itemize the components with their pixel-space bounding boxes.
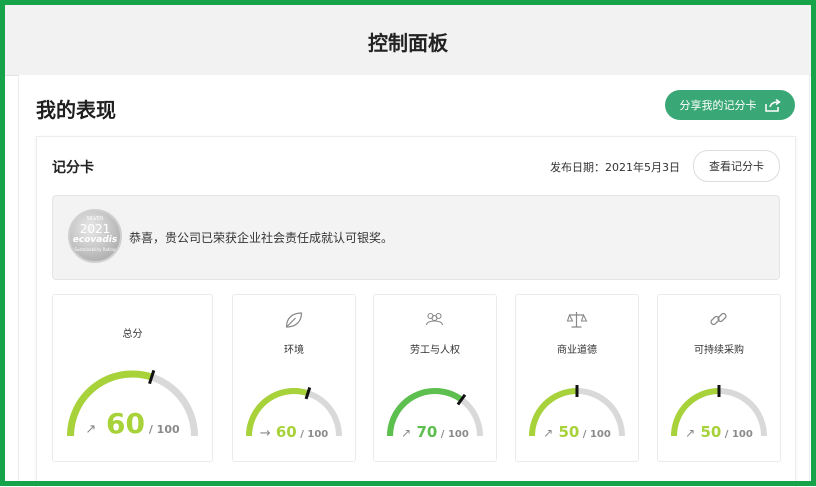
score-card-people[interactable]: 劳工与人权 ↗ 70 / 100	[373, 294, 497, 462]
share-button-label: 分享我的记分卡	[679, 99, 757, 112]
gauge-marker	[304, 387, 312, 400]
score-card-chain[interactable]: 可持续采购 ↗ 50 / 100	[657, 294, 781, 462]
score-number: 50	[695, 423, 722, 441]
score-max: / 100	[437, 429, 469, 440]
score-max: / 100	[144, 423, 180, 436]
score-card-leaf[interactable]: 环境 → 60 / 100	[232, 294, 356, 462]
trend-arrow-icon: ↗	[685, 426, 696, 440]
view-scorecard-button[interactable]: 查看记分卡	[693, 150, 780, 182]
share-icon	[764, 98, 781, 112]
score-number: 70	[411, 423, 438, 441]
score-max: / 100	[721, 429, 753, 440]
share-scorecard-button[interactable]: 分享我的记分卡	[665, 90, 795, 120]
score-number: 50	[553, 423, 580, 441]
score-value: ↗ 60 / 100	[53, 407, 212, 440]
gauge-marker	[148, 369, 156, 385]
trend-arrow-icon: ↗	[401, 426, 412, 440]
score-value: → 60 / 100	[233, 422, 355, 441]
publish-date: 发布日期：2021年5月3日	[550, 161, 680, 174]
score-max: / 100	[579, 429, 611, 440]
top-bar: 控制面板	[5, 5, 811, 76]
section-title: 我的表现	[36, 98, 116, 122]
trend-arrow-icon: ↗	[85, 422, 97, 437]
score-number: 60	[270, 423, 297, 441]
page-title: 控制面板	[368, 31, 448, 55]
ecovadis-medal-icon: SILVER 2021 ecovadis Sustainability Rati…	[68, 209, 122, 263]
score-value: ↗ 50 / 100	[516, 422, 638, 441]
scorecard-title: 记分卡	[52, 160, 94, 176]
score-max: / 100	[296, 429, 329, 440]
trend-arrow-icon: ↗	[543, 426, 554, 440]
score-value: ↗ 50 / 100	[658, 422, 780, 441]
score-card-scales[interactable]: 商业道德 ↗ 50 / 100	[515, 294, 639, 462]
score-value: ↗ 70 / 100	[374, 422, 496, 441]
trend-arrow-icon: →	[259, 426, 271, 441]
score-card-score[interactable]: 总分 ↗ 60 / 100	[52, 294, 213, 462]
score-number: 60	[96, 407, 145, 440]
award-message: 恭喜，贵公司已荣获企业社会责任成就认可银奖。	[129, 231, 394, 245]
